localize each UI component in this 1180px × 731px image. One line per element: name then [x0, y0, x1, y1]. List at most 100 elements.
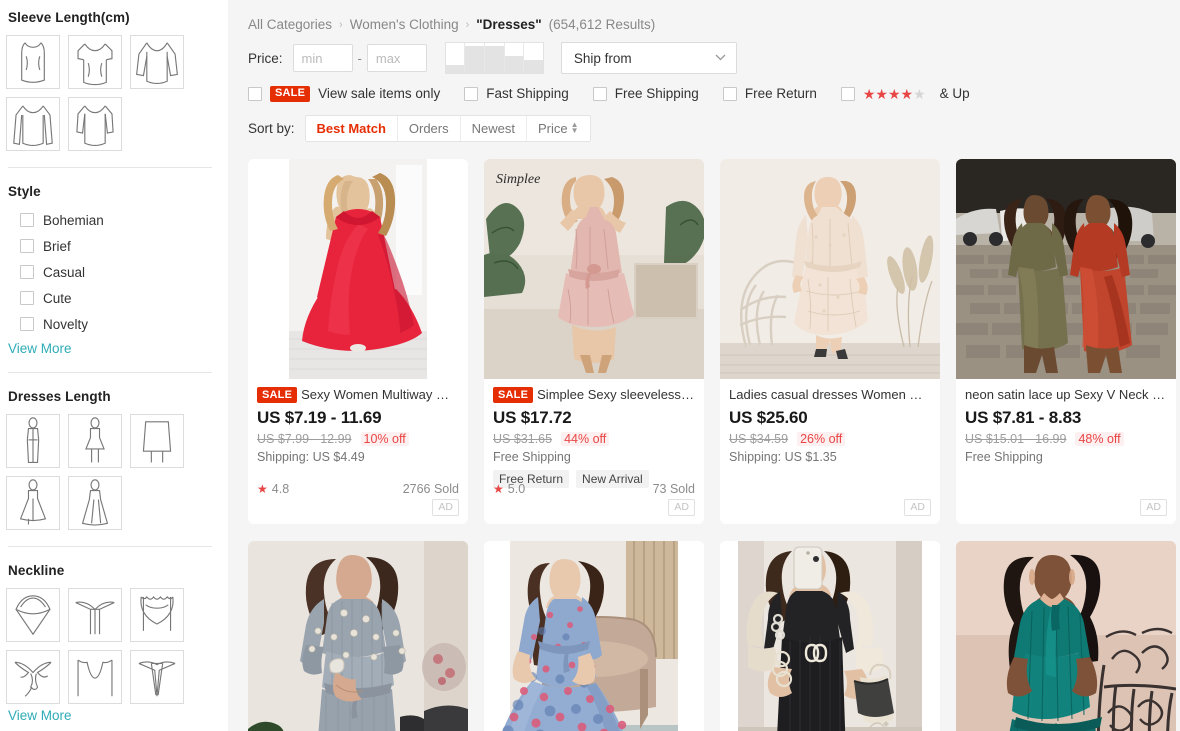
thumb-scoop-neck[interactable] — [68, 650, 122, 704]
breadcrumb-all-categories[interactable]: All Categories — [248, 17, 332, 32]
thumb-long-sleeve[interactable] — [6, 97, 60, 151]
product-card[interactable] — [484, 540, 704, 731]
checkbox-row-novelty[interactable]: Novelty — [6, 311, 214, 337]
checkbox-fast-shipping[interactable] — [464, 86, 479, 101]
thumb-hooded[interactable] — [6, 588, 60, 642]
sleeve-length-thumbs[interactable] — [6, 35, 214, 151]
product-discount-row: US $7.99 - 12.99 10% off — [257, 431, 459, 446]
product-card[interactable] — [720, 540, 940, 731]
thumb-flare-sleeve[interactable] — [130, 35, 184, 89]
checkbox-bohemian[interactable] — [20, 213, 34, 227]
filter-label: View sale items only — [318, 86, 441, 102]
product-card[interactable] — [248, 540, 468, 731]
histogram-bar — [524, 59, 543, 73]
product-discount: 26% off — [797, 431, 846, 446]
ad-badge: AD — [432, 498, 459, 516]
checkbox-cute[interactable] — [20, 291, 34, 305]
checkbox-label: Brief — [43, 238, 71, 254]
product-title[interactable]: SALE Simplee Sexy sleeveless w… — [493, 386, 695, 403]
filter-sale-items[interactable]: SALE View sale items only — [248, 86, 440, 102]
price-range-dash: - — [357, 50, 362, 66]
thumb-peter-pan-collar[interactable] — [130, 588, 184, 642]
thumb-knee-length[interactable] — [68, 414, 122, 468]
view-more-style-link[interactable]: View More — [8, 341, 72, 356]
filter-fast-shipping[interactable]: Fast Shipping — [464, 86, 569, 101]
thumb-midi-flare[interactable] — [6, 476, 60, 530]
ship-from-label: Ship from — [573, 50, 632, 66]
product-old-price: US $34.59 — [729, 431, 789, 446]
breadcrumb: All Categories › Women's Clothing › "Dre… — [244, 0, 1180, 42]
checkbox-row-cute[interactable]: Cute — [6, 285, 214, 311]
facet-sleeve-length: Sleeve Length(cm) — [6, 0, 214, 151]
product-image-satin-street-dresses[interactable] — [956, 158, 1176, 379]
product-card[interactable] — [956, 540, 1176, 731]
product-image-grey-knit-dress[interactable] — [248, 540, 468, 731]
product-card[interactable]: neon satin lace up Sexy V Neck Ma… US $7… — [956, 158, 1176, 524]
checkbox-rating[interactable] — [840, 86, 855, 101]
product-discount: 10% off — [360, 431, 409, 446]
product-image-teal-bodycon-dress[interactable] — [956, 540, 1176, 731]
checkbox-row-bohemian[interactable]: Bohemian — [6, 207, 214, 233]
filter-sidebar[interactable]: Sleeve Length(cm) Style Bohemian Brief C… — [0, 0, 228, 731]
view-more-neckline-link[interactable]: View More — [8, 708, 72, 723]
quick-filter-row: SALE View sale items only Fast Shipping … — [244, 74, 1180, 102]
thumb-half-sleeve[interactable] — [68, 97, 122, 151]
filter-free-return[interactable]: Free Return — [722, 86, 817, 101]
checkbox-row-brief[interactable]: Brief — [6, 233, 214, 259]
histogram-bar — [445, 64, 465, 73]
breadcrumb-womens-clothing[interactable]: Women's Clothing — [350, 17, 459, 32]
sort-direction-icon[interactable]: ▲ ▼ — [571, 121, 579, 135]
product-info: neon satin lace up Sexy V Neck Ma… US $7… — [956, 379, 1176, 464]
neckline-thumbs[interactable] — [6, 588, 214, 704]
checkbox-row-casual[interactable]: Casual — [6, 259, 214, 285]
product-image-pink-halter-dress[interactable]: Simplee — [484, 158, 704, 379]
product-card[interactable]: Simplee SALE Simplee Sexy sleeveless w… U… — [484, 158, 704, 524]
filter-rating[interactable]: ★ ★ ★ ★ ★ & Up — [840, 85, 970, 102]
sort-tab-price-label: Price — [537, 120, 568, 136]
thumb-floor-length[interactable] — [68, 476, 122, 530]
star-icon: ★ — [900, 85, 914, 102]
checkbox-free-shipping[interactable] — [592, 86, 607, 101]
price-max-input[interactable] — [366, 44, 427, 72]
price-histogram[interactable] — [444, 42, 544, 74]
product-title[interactable]: neon satin lace up Sexy V Neck Ma… — [965, 386, 1167, 403]
thumb-maxi-column[interactable] — [6, 414, 60, 468]
sort-tabs[interactable]: Best Match Orders Newest Price ▲ ▼ — [304, 114, 591, 142]
results-count: (654,612 Results) — [548, 17, 656, 32]
product-title[interactable]: SALE Sexy Women Multiway Wr… — [257, 386, 459, 403]
price-min-input[interactable] — [292, 44, 353, 72]
thumb-short-sleeve[interactable] — [68, 35, 122, 89]
histogram-col — [504, 43, 525, 73]
thumb-shirt-collar[interactable] — [68, 588, 122, 642]
product-image-blue-floral-dress[interactable] — [484, 540, 704, 731]
sort-tab-newest[interactable]: Newest — [461, 115, 527, 141]
product-info: SALE Sexy Women Multiway Wr… US $7.19 - 1… — [248, 379, 468, 464]
checkbox-free-return[interactable] — [722, 86, 737, 101]
filter-free-shipping[interactable]: Free Shipping — [592, 86, 699, 101]
product-image-blush-lace-dress[interactable] — [720, 158, 940, 379]
product-card[interactable]: Ladies casual dresses Women Part… US $25… — [720, 158, 940, 524]
style-checkbox-list[interactable]: Bohemian Brief Casual Cute Novelty — [6, 207, 214, 337]
histogram-col — [524, 43, 543, 73]
sort-tab-price[interactable]: Price ▲ ▼ — [527, 116, 590, 141]
sort-tab-orders[interactable]: Orders — [398, 115, 461, 141]
product-image-red-maxi-dress[interactable] — [248, 158, 468, 379]
dresses-length-thumbs[interactable] — [6, 414, 214, 530]
ad-badge: AD — [668, 498, 695, 516]
checkbox-casual[interactable] — [20, 265, 34, 279]
star-icon: ★ — [257, 481, 268, 496]
product-sold-count: 2766 Sold — [402, 481, 459, 496]
product-footer: ★ 4.8 2766 Sold — [257, 482, 459, 496]
checkbox-novelty[interactable] — [20, 317, 34, 331]
thumb-scarf-collar[interactable] — [6, 650, 60, 704]
thumb-sleeveless-tank[interactable] — [6, 35, 60, 89]
product-card[interactable]: SALE Sexy Women Multiway Wr… US $7.19 - 1… — [248, 158, 468, 524]
checkbox-brief[interactable] — [20, 239, 34, 253]
ship-from-select[interactable]: Ship from — [560, 42, 737, 74]
product-title[interactable]: Ladies casual dresses Women Part… — [729, 386, 931, 403]
thumb-mini-skirt[interactable] — [130, 414, 184, 468]
product-image-black-ruffle-dress[interactable] — [720, 540, 940, 731]
thumb-v-neck-lapel[interactable] — [130, 650, 184, 704]
sort-tab-best-match[interactable]: Best Match — [306, 115, 398, 141]
checkbox-sale-items[interactable] — [248, 86, 262, 101]
